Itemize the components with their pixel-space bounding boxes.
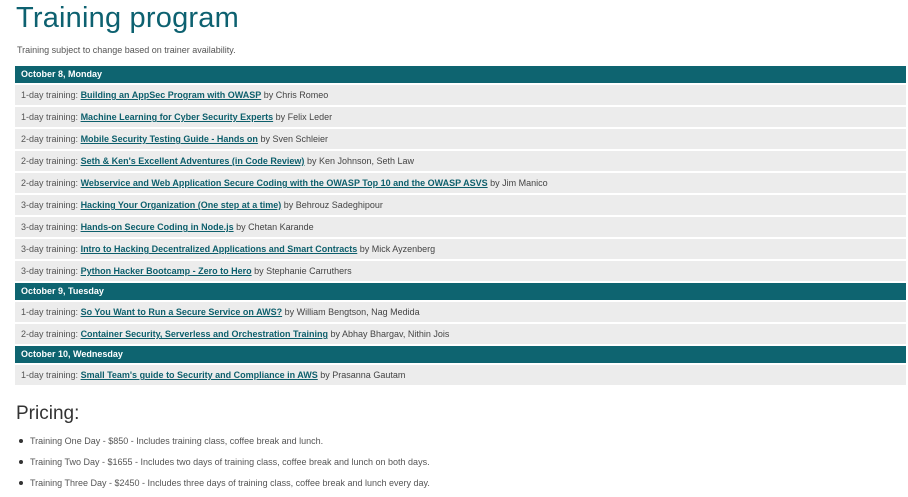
session-topic-link[interactable]: Webservice and Web Application Secure Co… [81, 178, 488, 188]
session-duration: 3-day training: [21, 222, 79, 232]
session-topic-link[interactable]: Container Security, Serverless and Orche… [81, 329, 328, 339]
training-session-row: 2-day training: Container Security, Serv… [15, 324, 906, 344]
session-duration: 1-day training: [21, 370, 79, 380]
training-session-row: 2-day training: Webservice and Web Appli… [15, 173, 906, 193]
pricing-item: Training Three Day - $2450 - Includes th… [19, 476, 430, 497]
page-title: Training program [16, 2, 239, 34]
session-duration: 3-day training: [21, 200, 79, 210]
session-trainer: by Sven Schleier [260, 134, 328, 144]
session-topic-link[interactable]: Mobile Security Testing Guide - Hands on [81, 134, 258, 144]
session-duration: 2-day training: [21, 329, 79, 339]
bullet-icon [19, 481, 23, 485]
session-trainer: by Mick Ayzenberg [359, 244, 436, 254]
bullet-icon [19, 439, 23, 443]
session-topic-link[interactable]: Seth & Ken's Excellent Adventures (in Co… [81, 156, 305, 166]
session-duration: 2-day training: [21, 178, 79, 188]
training-session-row: 3-day training: Hacking Your Organizatio… [15, 195, 906, 215]
training-session-row: 1-day training: Small Team's guide to Se… [15, 365, 906, 385]
session-topic-link[interactable]: Small Team's guide to Security and Compl… [81, 370, 318, 380]
session-trainer: by Ken Johnson, Seth Law [306, 156, 415, 166]
session-topic-link[interactable]: So You Want to Run a Secure Service on A… [81, 307, 283, 317]
day-header: October 9, Tuesday [15, 283, 906, 300]
pricing-heading: Pricing: [16, 403, 80, 424]
training-schedule: October 8, Monday 1-day training: Buildin… [15, 66, 906, 387]
session-trainer: by Stephanie Carruthers [254, 266, 352, 276]
session-duration: 3-day training: [21, 244, 79, 254]
session-topic-link[interactable]: Python Hacker Bootcamp - Zero to Hero [81, 266, 252, 276]
bullet-icon [19, 460, 23, 464]
training-session-row: 1-day training: Building an AppSec Progr… [15, 85, 906, 105]
session-trainer: by Chetan Karande [236, 222, 314, 232]
pricing-item: Training Two Day - $1655 - Includes two … [19, 455, 430, 476]
session-trainer: by Jim Manico [490, 178, 548, 188]
day-header: October 10, Wednesday [15, 346, 906, 363]
session-topic-link[interactable]: Hacking Your Organization (One step at a… [81, 200, 282, 210]
training-session-row: 3-day training: Intro to Hacking Decentr… [15, 239, 906, 259]
training-session-row: 1-day training: Machine Learning for Cyb… [15, 107, 906, 127]
pricing-item: Training One Day - $850 - Includes train… [19, 434, 430, 455]
page-subtitle: Training subject to change based on trai… [17, 45, 236, 55]
day-header: October 8, Monday [15, 66, 906, 83]
pricing-item-text: Training Three Day - $2450 - Includes th… [30, 478, 430, 488]
session-topic-link[interactable]: Machine Learning for Cyber Security Expe… [81, 112, 274, 122]
session-trainer: by William Bengtson, Nag Medida [284, 307, 420, 317]
training-session-row: 3-day training: Hands-on Secure Coding i… [15, 217, 906, 237]
session-duration: 1-day training: [21, 112, 79, 122]
session-duration: 2-day training: [21, 134, 79, 144]
training-session-row: 2-day training: Mobile Security Testing … [15, 129, 906, 149]
session-trainer: by Abhay Bhargav, Nithin Jois [330, 329, 450, 339]
session-duration: 2-day training: [21, 156, 79, 166]
training-page: Training program Training subject to cha… [0, 0, 908, 492]
session-topic-link[interactable]: Building an AppSec Program with OWASP [81, 90, 262, 100]
pricing-item-text: Training One Day - $850 - Includes train… [30, 436, 324, 446]
session-trainer: by Chris Romeo [263, 90, 329, 100]
session-duration: 1-day training: [21, 307, 79, 317]
training-session-row: 3-day training: Python Hacker Bootcamp -… [15, 261, 906, 281]
pricing-item-text: Training Two Day - $1655 - Includes two … [30, 457, 430, 467]
pricing-list: Training One Day - $850 - Includes train… [19, 434, 430, 497]
training-session-row: 1-day training: So You Want to Run a Sec… [15, 302, 906, 322]
session-duration: 3-day training: [21, 266, 79, 276]
session-topic-link[interactable]: Hands-on Secure Coding in Node.js [81, 222, 234, 232]
session-topic-link[interactable]: Intro to Hacking Decentralized Applicati… [81, 244, 358, 254]
session-trainer: by Behrouz Sadeghipour [283, 200, 383, 210]
training-session-row: 2-day training: Seth & Ken's Excellent A… [15, 151, 906, 171]
session-trainer: by Felix Leder [275, 112, 333, 122]
session-duration: 1-day training: [21, 90, 79, 100]
session-trainer: by Prasanna Gautam [320, 370, 406, 380]
